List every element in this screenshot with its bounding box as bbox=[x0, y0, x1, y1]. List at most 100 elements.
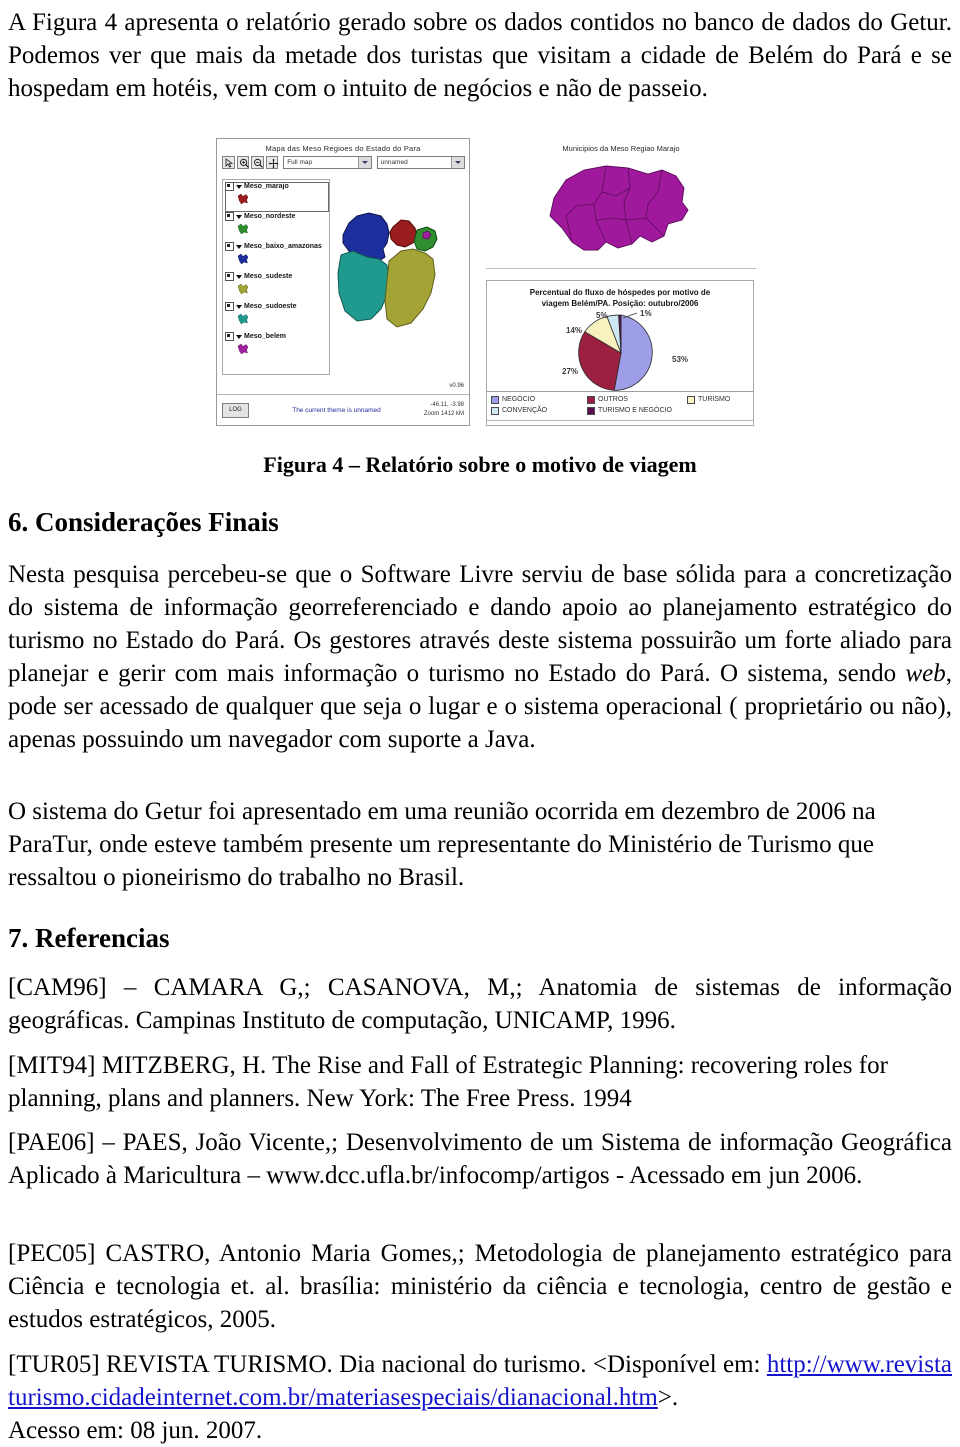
s6p1-part-a: Nesta pesquisa percebeu-se que o Softwar… bbox=[8, 561, 952, 687]
pie-chart-panel: Percentual do fluxo de hóspedes por moti… bbox=[486, 280, 754, 426]
legend-divider bbox=[487, 420, 753, 421]
coordinates-value: -46.11, -3.98 bbox=[430, 402, 464, 408]
intro-paragraph: A Figura 4 apresenta o relatório gerado … bbox=[8, 9, 952, 102]
layer-item-meso-nordeste[interactable]: Meso_nordeste bbox=[225, 212, 329, 242]
legend-item-turismo-e-negocio: TURISMO E NEGÓCIO bbox=[587, 405, 687, 416]
reference-cam96: [CAM96] – CAMARA G,; CASANOVA, M,; Anato… bbox=[8, 974, 952, 1034]
layer-swatch bbox=[237, 312, 249, 325]
layer-checkbox[interactable] bbox=[225, 242, 234, 251]
chevron-down-icon[interactable] bbox=[236, 334, 242, 339]
layer-label: Meso_marajo bbox=[244, 183, 289, 190]
zoom-value: Zoom 1412 kM bbox=[423, 411, 464, 417]
municipios-map[interactable] bbox=[536, 158, 706, 268]
chart-title-line-1: Percentual do fluxo de hóspedes por moti… bbox=[529, 288, 711, 297]
legend-label-negocio: NEGÓCIO bbox=[502, 396, 536, 403]
status-message: The current theme is unnamed bbox=[292, 406, 381, 414]
legend-swatch-negocio bbox=[491, 395, 499, 404]
legend-item-convencao: CONVENÇÃO bbox=[491, 405, 587, 416]
chart-legend: NEGÓCIO OUTROS TURISMO CONVENÇÃO TURISMO… bbox=[487, 391, 753, 425]
gis-panel-title: Mapa das Meso Regioes do Estado do Para bbox=[265, 144, 421, 153]
reference-mit94: [MIT94] MITZBERG, H. The Rise and Fall o… bbox=[8, 1052, 888, 1112]
tur05-prefix: [TUR05] REVISTA TURISMO. Dia nacional do… bbox=[8, 1351, 761, 1378]
layer-item-meso-sudeste[interactable]: Meso_sudeste bbox=[225, 272, 329, 302]
legend-swatch-turismo-e-negocio bbox=[587, 406, 595, 415]
extent-select[interactable]: Full map bbox=[283, 156, 372, 169]
section6-paragraph-2: O sistema do Getur foi apresentado em um… bbox=[8, 798, 876, 891]
municipios-panel-title: Municipios da Meso Regiao Marajo bbox=[562, 144, 680, 153]
legend-swatch-outros bbox=[587, 395, 595, 404]
legend-item-negocio: NEGÓCIO bbox=[491, 394, 587, 405]
layer-checkbox[interactable] bbox=[225, 212, 234, 221]
section-heading-referencias: 7. Referencias bbox=[8, 923, 170, 953]
pie-label-turismo: 14% bbox=[566, 326, 583, 335]
layer-label: Meso_sudeste bbox=[244, 273, 293, 280]
pie-chart-svg[interactable] bbox=[487, 309, 755, 393]
map-canvas[interactable] bbox=[335, 183, 467, 375]
section6-paragraph-1: Nesta pesquisa percebeu-se que o Softwar… bbox=[8, 558, 952, 756]
layer-swatch bbox=[237, 192, 249, 205]
layer-item-meso-belem[interactable]: Meso_belem bbox=[225, 332, 329, 362]
legend-swatch-convencao bbox=[491, 406, 499, 415]
gis-toolbar: Full map unnamed bbox=[217, 153, 469, 169]
reference-pae06: [PAE06] – PAES, João Vicente,; Desenvolv… bbox=[8, 1129, 952, 1189]
layer-item-meso-marajo[interactable]: Meso_marajo bbox=[225, 182, 329, 212]
version-label: v0.96 bbox=[449, 383, 464, 389]
theme-select-value: unnamed bbox=[380, 159, 408, 166]
chevron-down-icon[interactable] bbox=[236, 244, 242, 249]
pie-chart: 53% 27% 14% 5% 1% bbox=[487, 309, 753, 393]
pan-icon[interactable] bbox=[265, 156, 279, 169]
legend-label-turismo: TURISMO bbox=[698, 396, 731, 403]
figure-caption: Figura 4 – Relatório sobre o motivo de v… bbox=[263, 452, 697, 477]
layer-list[interactable]: Meso_marajo Meso_nordeste Meso_baixo_ama… bbox=[222, 179, 330, 375]
chevron-down-icon[interactable] bbox=[236, 184, 242, 189]
log-button[interactable]: LOG bbox=[222, 402, 249, 418]
s6p1-italic-web: web bbox=[905, 660, 946, 687]
chart-title-line-2: viagem Belém/PA. Posição: outubro/2006 bbox=[541, 299, 699, 308]
layer-checkbox[interactable] bbox=[225, 302, 234, 311]
zoom-in-icon[interactable] bbox=[236, 156, 250, 169]
legend-row-2: CONVENÇÃO TURISMO E NEGÓCIO bbox=[487, 405, 753, 416]
gis-map-panel: Mapa das Meso Regioes do Estado do Para bbox=[216, 138, 470, 426]
tur05-suffix: >. bbox=[657, 1384, 679, 1411]
chevron-down-icon[interactable] bbox=[451, 157, 464, 168]
layer-label: Meso_nordeste bbox=[244, 213, 296, 220]
figure-right-column: Municipios da Meso Regiao Marajo Percent… bbox=[486, 138, 756, 426]
coordinates-readout: -46.11, -3.98 Zoom 1412 kM bbox=[424, 401, 469, 419]
pie-label-convencao: 5% bbox=[596, 311, 608, 320]
chevron-down-icon[interactable] bbox=[357, 157, 371, 168]
layer-item-meso-sudoeste[interactable]: Meso_sudoeste bbox=[225, 302, 329, 332]
legend-label-turismo-e-negocio: TURISMO E NEGÓCIO bbox=[598, 407, 672, 414]
layer-label: Meso_belem bbox=[244, 333, 287, 340]
legend-row-1: NEGÓCIO OUTROS TURISMO bbox=[487, 394, 753, 405]
legend-item-turismo: TURISMO bbox=[687, 394, 730, 405]
pie-label-outros: 27% bbox=[562, 367, 579, 376]
layer-checkbox[interactable] bbox=[225, 332, 234, 341]
layer-item-meso-baixo-amazonas[interactable]: Meso_baixo_amazonas bbox=[225, 242, 329, 272]
layer-checkbox[interactable] bbox=[225, 182, 234, 191]
pie-label-turismo-e-negocio: 1% bbox=[640, 309, 652, 318]
reference-pec05: [PEC05] CASTRO, Antonio Maria Gomes,; Me… bbox=[8, 1240, 952, 1333]
tur05-access-date: Acesso em: 08 jun. 2007. bbox=[8, 1417, 263, 1444]
layer-swatch bbox=[237, 222, 249, 235]
layer-checkbox[interactable] bbox=[225, 272, 234, 281]
theme-select[interactable]: unnamed bbox=[376, 156, 465, 169]
chevron-down-icon[interactable] bbox=[236, 274, 242, 279]
layer-label: Meso_sudoeste bbox=[244, 303, 297, 310]
municipios-panel: Municipios da Meso Regiao Marajo bbox=[486, 138, 756, 269]
legend-label-outros: OUTROS bbox=[598, 396, 628, 403]
legend-swatch-turismo bbox=[687, 395, 695, 404]
layer-swatch bbox=[237, 282, 249, 295]
chart-title: Percentual do fluxo de hóspedes por moti… bbox=[487, 281, 753, 309]
legend-label-convencao: CONVENÇÃO bbox=[502, 407, 548, 414]
extent-select-value: Full map bbox=[287, 159, 313, 166]
chevron-down-icon[interactable] bbox=[236, 214, 242, 219]
layer-label: Meso_baixo_amazonas bbox=[244, 243, 322, 250]
zoom-out-icon[interactable] bbox=[251, 156, 264, 169]
arrow-select-icon[interactable] bbox=[222, 156, 235, 169]
legend-item-outros: OUTROS bbox=[587, 394, 687, 405]
layer-swatch bbox=[237, 342, 249, 355]
pie-label-negocio: 53% bbox=[672, 355, 689, 364]
gis-status-bar: LOG The current theme is unnamed -46.11,… bbox=[217, 394, 469, 425]
layer-swatch bbox=[237, 252, 249, 265]
chevron-down-icon[interactable] bbox=[236, 304, 242, 309]
